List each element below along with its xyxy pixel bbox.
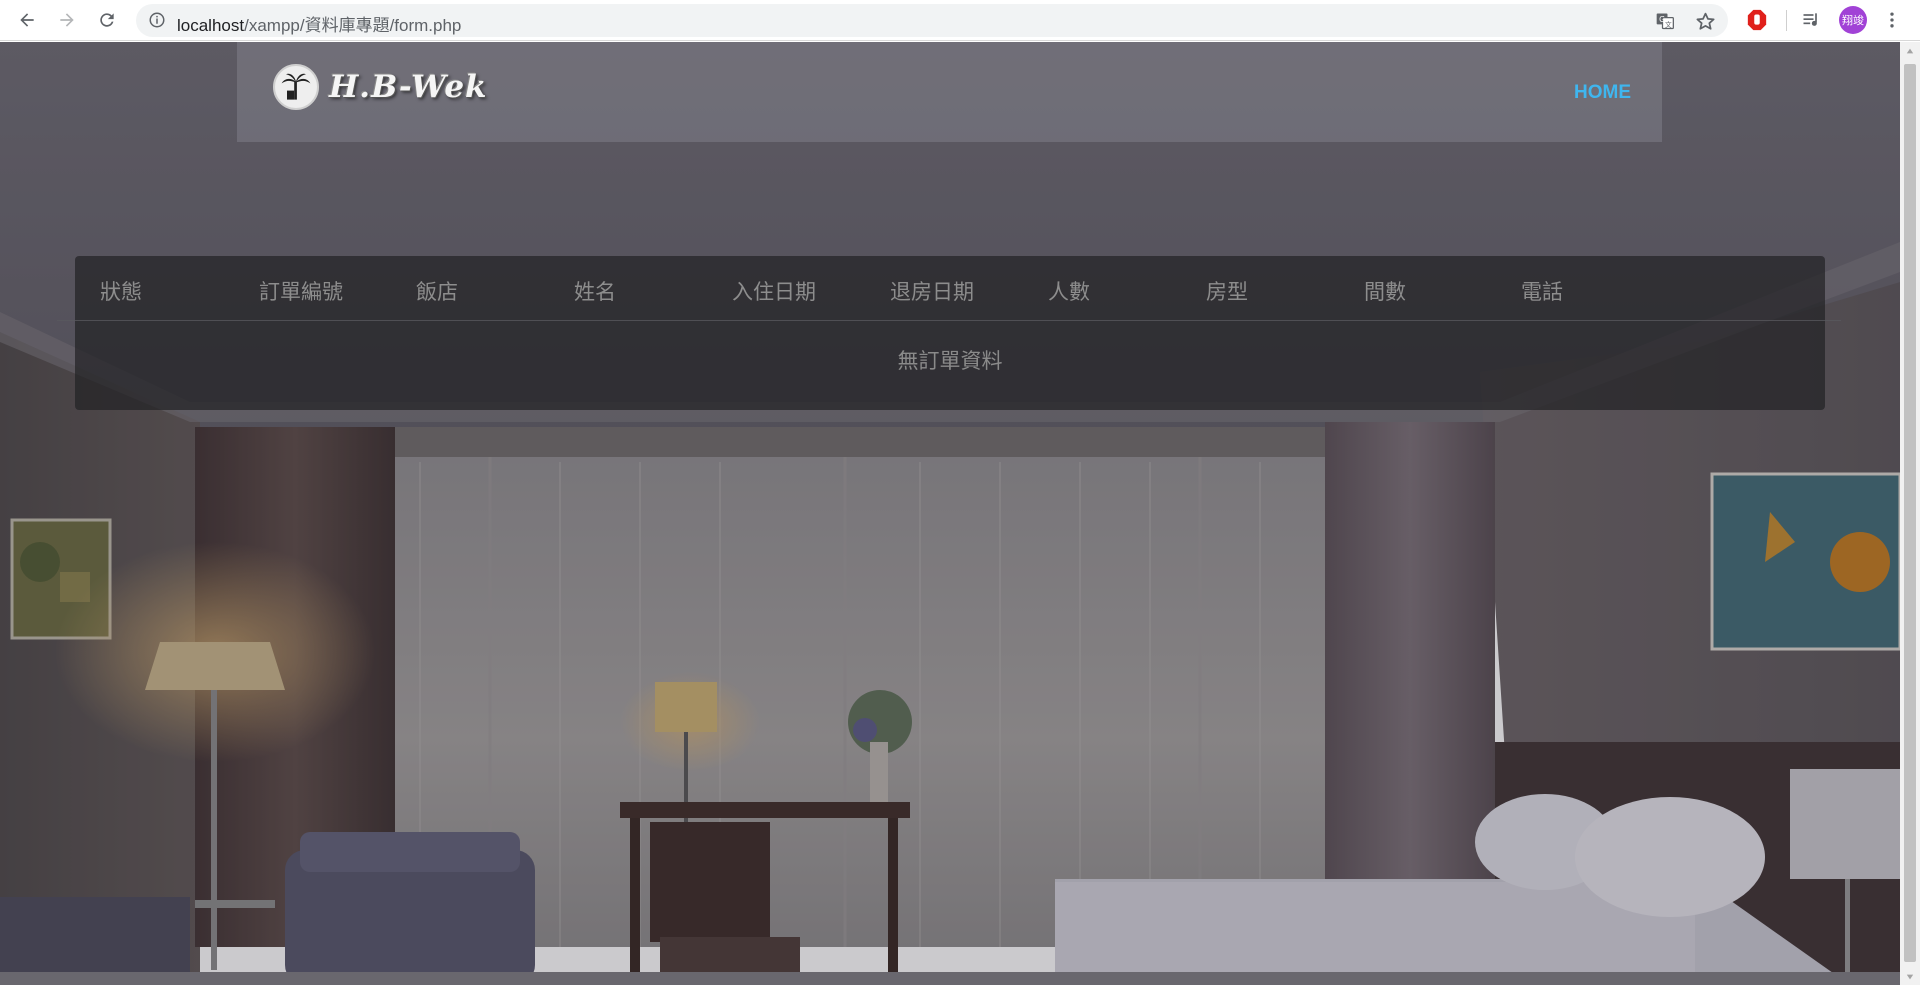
profile-avatar[interactable]: 翔竣: [1839, 6, 1867, 34]
order-table-panel: 狀態 訂單編號 飯店 姓名 入住日期 退房日期 人數 房型 間數 電話 無訂單資…: [57, 256, 1841, 410]
arrow-right-icon: [60, 13, 74, 27]
address-bar[interactable]: localhost/xampp/資料庫專題/form.php G 文: [136, 4, 1728, 37]
header-order-id: 訂單編號: [259, 280, 343, 304]
scroll-thumb[interactable]: [1904, 64, 1916, 962]
header-checkout: 退房日期: [890, 280, 974, 304]
forward-button[interactable]: [53, 6, 81, 34]
bookmark-button[interactable]: [1694, 10, 1716, 32]
site-logo[interactable]: H.B-Wek: [273, 64, 488, 110]
more-vert-icon: [1890, 12, 1894, 28]
translate-button[interactable]: G 文: [1654, 10, 1676, 32]
media-control-button[interactable]: [1799, 8, 1823, 32]
info-icon: [149, 12, 165, 28]
header-checkin: 入住日期: [732, 280, 816, 304]
adblock-icon: [1747, 9, 1767, 31]
back-button[interactable]: [13, 6, 41, 34]
caret-down-icon: [1906, 974, 1914, 979]
reload-button[interactable]: [93, 6, 121, 34]
site-header: H.B-Wek HOME: [237, 42, 1662, 142]
header-hotel: 飯店: [416, 280, 458, 304]
logo-badge: [273, 64, 319, 110]
reload-icon: [100, 13, 114, 27]
scroll-up-button[interactable]: [1900, 42, 1920, 59]
header-room-type: 房型: [1206, 280, 1248, 304]
hotel-room-background: [0, 42, 1900, 985]
table-header-row: 狀態 訂單編號 飯店 姓名 入住日期 退房日期 人數 房型 間數 電話: [75, 256, 1825, 320]
header-phone: 電話: [1521, 280, 1563, 304]
page-scrollbar[interactable]: [1900, 42, 1920, 985]
header-name: 姓名: [574, 280, 616, 304]
nav-home-link[interactable]: HOME: [1574, 82, 1631, 104]
menu-button[interactable]: [1880, 8, 1904, 32]
header-guests: 人數: [1048, 280, 1090, 304]
arrow-left-icon: [20, 13, 34, 27]
header-status: 狀態: [100, 280, 142, 304]
star-icon: [1695, 12, 1715, 30]
header-room-count: 間數: [1364, 280, 1406, 304]
extension-button[interactable]: [1745, 8, 1769, 32]
url-path: /xampp/資料庫專題/form.php: [244, 16, 462, 35]
scroll-down-button[interactable]: [1900, 968, 1920, 985]
browser-toolbar: localhost/xampp/資料庫專題/form.php G 文 翔竣: [0, 0, 1920, 41]
empty-state-message: 無訂單資料: [897, 349, 1003, 373]
header-divider: [57, 320, 1841, 321]
page-viewport: H.B-Wek HOME 狀態 訂單編號 飯店 姓名 入住日期 退房日期 人數 …: [0, 42, 1900, 985]
url-text: localhost/xampp/資料庫專題/form.php: [177, 11, 461, 36]
svg-text:文: 文: [1665, 20, 1672, 29]
translate-icon: G 文: [1656, 13, 1674, 30]
playlist-icon: [1803, 13, 1817, 26]
logo-text: H.B-Wek: [329, 69, 488, 105]
palm-tree-icon: [281, 73, 311, 100]
caret-up-icon: [1906, 48, 1914, 53]
url-host: localhost: [177, 16, 245, 35]
toolbar-separator: [1786, 10, 1787, 31]
